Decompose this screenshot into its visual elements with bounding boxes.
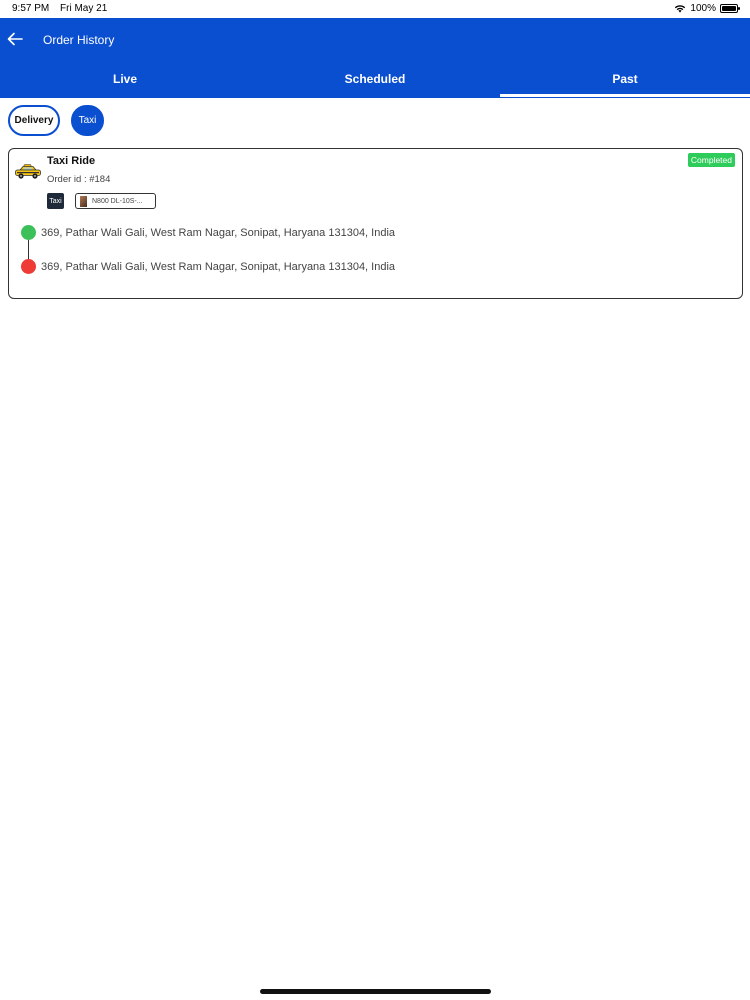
filter-chip-taxi[interactable]: Taxi xyxy=(71,105,104,136)
battery-icon xyxy=(720,4,740,13)
status-bar-right: 100% xyxy=(674,3,740,14)
wifi-icon xyxy=(675,5,686,13)
dropoff-address: 369, Pathar Wali Gali, West Ram Nagar, S… xyxy=(41,260,396,273)
order-tags: Taxi N800 DL-10S-... xyxy=(47,193,156,209)
home-indicator[interactable] xyxy=(260,989,491,994)
order-card[interactable]: Taxi Ride Order id : #184 Completed Taxi… xyxy=(8,148,743,299)
vehicle-thumbnail xyxy=(80,195,87,207)
dropoff-dot-icon xyxy=(21,259,36,274)
dropoff-stop: 369, Pathar Wali Gali, West Ram Nagar, S… xyxy=(21,259,395,274)
pickup-stop: 369, Pathar Wali Gali, West Ram Nagar, S… xyxy=(21,225,395,240)
tab-live[interactable]: Live xyxy=(0,62,250,98)
vehicle-tag: N800 DL-10S-... xyxy=(75,193,156,209)
filter-chip-delivery[interactable]: Delivery xyxy=(8,105,60,136)
battery-percentage: 100% xyxy=(690,3,716,14)
status-date: Fri May 21 xyxy=(60,3,108,14)
back-button[interactable] xyxy=(4,28,26,50)
pickup-address: 369, Pathar Wali Gali, West Ram Nagar, S… xyxy=(41,226,396,239)
vehicle-label: N800 DL-10S-... xyxy=(92,197,143,205)
status-badge: Completed xyxy=(687,153,735,167)
page-title: Order History xyxy=(43,33,115,47)
arrow-left-icon xyxy=(7,32,23,46)
pickup-dot-icon xyxy=(21,225,36,240)
status-time: 9:57 PM xyxy=(12,3,50,14)
status-bar-left: 9:57 PM Fri May 21 xyxy=(12,3,115,14)
order-tabs: Live Scheduled Past xyxy=(0,62,750,98)
tab-past[interactable]: Past xyxy=(500,62,750,98)
tab-scheduled[interactable]: Scheduled xyxy=(250,62,500,98)
service-filter-chips: Delivery Taxi xyxy=(8,105,104,136)
order-id: Order id : #184 xyxy=(47,174,111,185)
service-type-tag: Taxi xyxy=(47,193,64,209)
app-header: Order History Live Scheduled Past xyxy=(0,18,750,98)
order-title: Taxi Ride xyxy=(47,155,96,167)
status-bar: 9:57 PM Fri May 21 100% xyxy=(0,0,750,18)
battery-fill xyxy=(722,6,736,11)
route-connector-line xyxy=(28,239,29,261)
taxi-car-icon xyxy=(15,164,41,179)
